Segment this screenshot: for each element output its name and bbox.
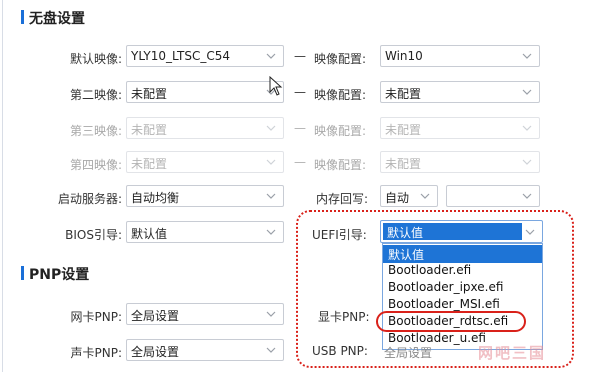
default-image-config-label: 映像配置: [314, 52, 367, 66]
default-image-config-select[interactable]: Win10 [380, 45, 540, 67]
third-image-value: 未配置 [131, 123, 168, 137]
fourth-image-config-select: 未配置 [380, 151, 540, 173]
left-divider [2, 0, 3, 372]
nic-pnp-value: 全局设置 [131, 309, 180, 323]
chevron-down-icon [521, 156, 533, 168]
chevron-down-icon [521, 86, 533, 98]
fourth-image-value: 未配置 [131, 157, 168, 171]
second-image-value: 未配置 [131, 87, 168, 101]
chevron-down-icon [265, 308, 277, 320]
sound-pnp-select[interactable]: 全局设置 [126, 339, 284, 361]
chevron-down-icon [265, 226, 277, 238]
chevron-down-icon [265, 122, 277, 134]
memory-writeback-value: 自动 [385, 191, 410, 205]
second-image-config-select[interactable]: 未配置 [380, 81, 540, 103]
chevron-down-icon [419, 190, 431, 202]
boot-server-select[interactable]: 自动均衡 [126, 185, 284, 207]
chevron-down-icon [265, 190, 277, 202]
separator-dash: — [294, 49, 306, 63]
watermark-logo: 网吧三国 [478, 344, 547, 362]
boot-server-value: 自动均衡 [131, 191, 180, 205]
boot-server-label: 启动服务器: [57, 192, 122, 206]
sound-pnp-value: 全局设置 [131, 345, 180, 359]
fourth-image-config-value: 未配置 [385, 157, 422, 171]
default-image-label: 默认映像: [69, 52, 122, 66]
chevron-down-icon [521, 50, 533, 62]
separator-dash: — [294, 121, 306, 135]
chevron-down-icon [521, 122, 533, 134]
annotation-oval [376, 311, 526, 332]
third-image-config-select: 未配置 [380, 117, 540, 139]
third-image-label: 第三映像: [69, 124, 122, 138]
second-image-config-label: 映像配置: [314, 88, 367, 102]
memory-writeback-select[interactable]: 自动 [380, 185, 438, 207]
fourth-image-label: 第四映像: [69, 158, 122, 172]
third-image-config-label: 映像配置: [314, 124, 367, 138]
second-image-config-value: 未配置 [385, 87, 422, 101]
chevron-down-icon [265, 344, 277, 356]
bios-boot-value: 默认值 [131, 227, 168, 241]
default-image-value: YLY10_LTSC_C54 [131, 49, 231, 63]
diskless-section-title: 无盘设置 [29, 11, 85, 27]
memory-writeback-size-select[interactable] [446, 185, 540, 207]
bios-boot-select[interactable]: 默认值 [126, 221, 284, 243]
separator-dash: — [294, 155, 306, 169]
third-image-config-value: 未配置 [385, 123, 422, 137]
second-image-label: 第二映像: [69, 88, 122, 102]
second-image-select[interactable]: 未配置 [126, 81, 284, 103]
mouse-cursor-icon [269, 76, 283, 96]
default-image-config-value: Win10 [385, 49, 423, 63]
nic-pnp-label: 网卡PNP: [70, 310, 123, 324]
chevron-down-icon [521, 190, 533, 202]
section-accent-bar [21, 10, 24, 24]
default-image-select[interactable]: YLY10_LTSC_C54 [126, 45, 284, 67]
separator-dash: — [294, 85, 306, 99]
third-image-select: 未配置 [126, 117, 284, 139]
memory-writeback-label: 内存回写: [316, 192, 369, 206]
sound-pnp-label: 声卡PNP: [70, 346, 123, 360]
nic-pnp-select[interactable]: 全局设置 [126, 303, 284, 325]
section-accent-bar [21, 266, 24, 280]
bios-boot-label: BIOS引导: [65, 228, 122, 242]
fourth-image-config-label: 映像配置: [314, 158, 367, 172]
pnp-section-title: PNP设置 [29, 267, 90, 283]
chevron-down-icon [265, 156, 277, 168]
chevron-down-icon [265, 50, 277, 62]
fourth-image-select: 未配置 [126, 151, 284, 173]
